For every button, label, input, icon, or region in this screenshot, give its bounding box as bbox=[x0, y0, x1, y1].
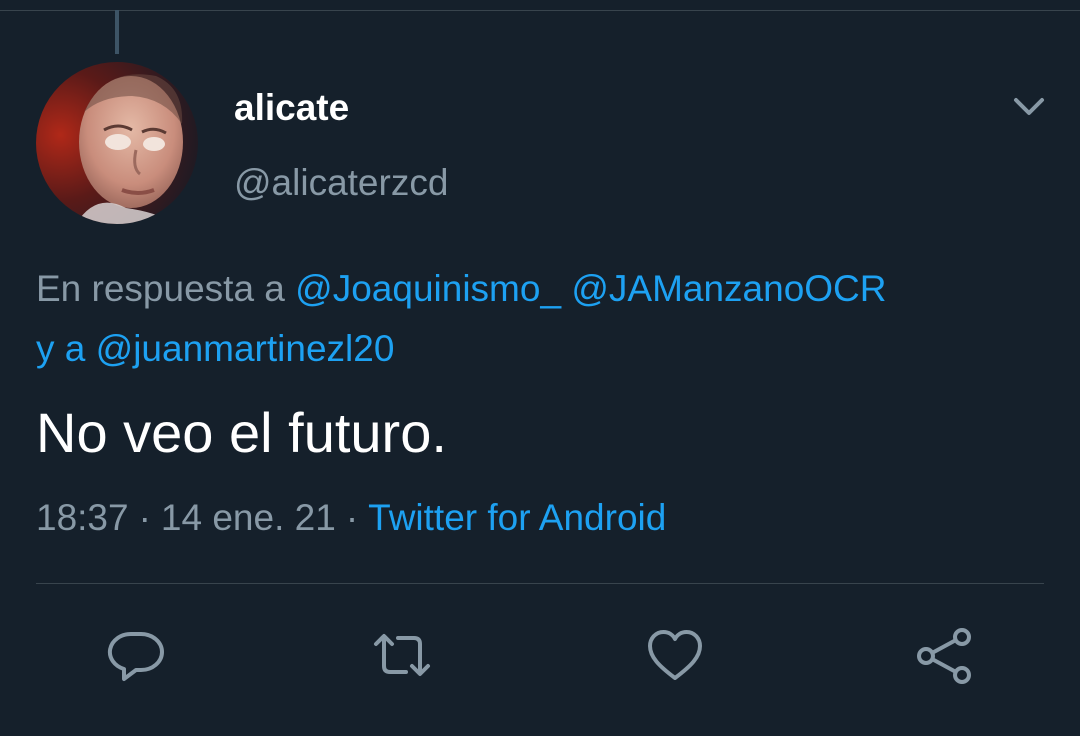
reply-context-line-2: y a @juanmartinezl20 bbox=[36, 326, 394, 372]
tweet-date[interactable]: 14 ene. 21 bbox=[161, 497, 336, 538]
top-divider bbox=[0, 10, 1080, 11]
retweet-icon bbox=[374, 634, 430, 676]
tweet-metadata: 18:37 · 14 ene. 21 · Twitter for Android bbox=[36, 494, 666, 542]
display-name[interactable]: alicate bbox=[234, 86, 349, 130]
mention-link-joaquinismo[interactable]: @Joaquinismo_ bbox=[295, 268, 561, 309]
like-button[interactable] bbox=[645, 626, 705, 686]
tweet-text: No veo el futuro. bbox=[36, 401, 447, 464]
meta-separator: · bbox=[345, 497, 359, 538]
tweet-source-link[interactable]: Twitter for Android bbox=[368, 497, 666, 538]
share-icon bbox=[917, 628, 971, 684]
mention-link-juanmartinezl20[interactable]: @juanmartinezl20 bbox=[96, 328, 395, 369]
share-button[interactable] bbox=[914, 626, 974, 686]
chevron-down-icon bbox=[1014, 98, 1044, 115]
reply-prefix: En respuesta a bbox=[36, 268, 285, 309]
tweet-time[interactable]: 18:37 bbox=[36, 497, 129, 538]
action-bar-divider bbox=[36, 583, 1044, 584]
reply-button[interactable] bbox=[106, 626, 166, 686]
heart-icon bbox=[648, 630, 702, 680]
avatar-image bbox=[36, 62, 198, 224]
retweet-button[interactable] bbox=[372, 626, 432, 686]
user-handle[interactable]: @alicaterzcd bbox=[234, 160, 448, 206]
thread-connector-line bbox=[115, 10, 119, 54]
mention-link-jamanzanoocr[interactable]: @JAManzanoOCR bbox=[571, 268, 886, 309]
avatar[interactable] bbox=[36, 62, 198, 224]
reply-icon bbox=[107, 631, 164, 681]
more-options-button[interactable] bbox=[1008, 88, 1050, 124]
meta-separator: · bbox=[138, 497, 151, 538]
reply-context-line-1: En respuesta a @Joaquinismo_ @JAManzanoO… bbox=[36, 266, 887, 312]
reply-conjunction[interactable]: y a bbox=[36, 328, 85, 369]
